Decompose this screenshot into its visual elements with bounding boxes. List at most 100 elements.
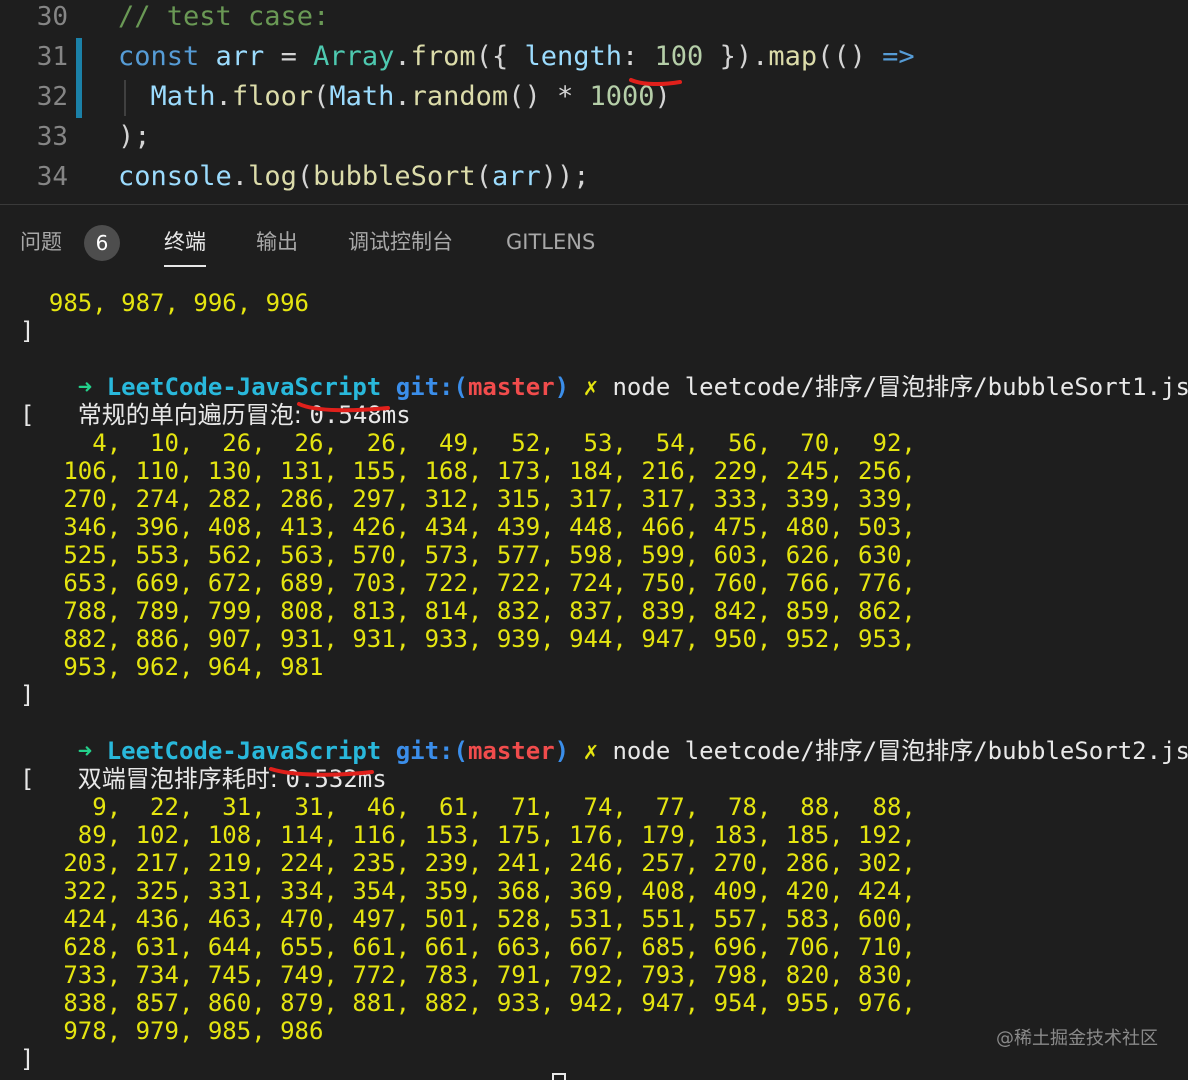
tab-gitlens-label[interactable]: GITLENS: [506, 230, 595, 254]
array-output-row: 653, 669, 672, 689, 703, 722, 722, 724, …: [20, 569, 916, 597]
tab-debug-console-label[interactable]: 调试控制台: [348, 230, 453, 254]
line-number: 33: [36, 122, 68, 152]
array-open-bracket: [: [20, 765, 35, 793]
terminal-cursor: [552, 1073, 566, 1080]
code-token: =: [264, 41, 314, 72]
code-line[interactable]: 33);: [0, 117, 1188, 157]
terminal-previous-output-tail: 985, 987, 996, 996: [20, 289, 309, 317]
tab-output[interactable]: 输出: [256, 227, 298, 257]
code-text[interactable]: );: [118, 117, 151, 157]
code-text[interactable]: const arr = Array.from({ length: 100 }).…: [118, 37, 915, 77]
array-output-row: 203, 217, 219, 224, 235, 239, 241, 246, …: [20, 849, 916, 877]
tab-terminal[interactable]: 终端: [164, 227, 206, 267]
line-number: 31: [36, 42, 68, 72]
code-token: random: [410, 81, 509, 112]
array-output-row: 4, 10, 26, 26, 26, 49, 52, 53, 54, 56, 7…: [20, 429, 916, 457]
timing-line: 双端冒泡排序耗时: 0.532ms: [20, 737, 387, 793]
prompt-git-close: ): [554, 737, 570, 765]
array-output-row: 270, 274, 282, 286, 297, 312, 315, 317, …: [20, 485, 916, 513]
code-token: :: [622, 41, 655, 72]
code-line[interactable]: 31 const arr = Array.from({ length: 100 }…: [0, 37, 1188, 77]
code-token: (: [313, 81, 330, 112]
array-output-row: 838, 857, 860, 879, 881, 882, 933, 942, …: [20, 989, 916, 1017]
array-close-bracket: ]: [20, 317, 35, 345]
code-token: const: [118, 41, 200, 72]
timing-value: 0.548ms: [309, 401, 411, 429]
tab-problems[interactable]: 问题: [20, 227, 62, 257]
timing-label: 双端冒泡排序耗时:: [77, 765, 286, 793]
array-output-row: 788, 789, 799, 808, 813, 814, 832, 837, …: [20, 597, 916, 625]
code-line[interactable]: 30 // test case:: [0, 0, 1188, 37]
panel-tab-bar: 问题 6 终端 输出 调试控制台 GITLENS: [0, 205, 1188, 279]
code-token: length: [524, 41, 623, 72]
code-token: .: [394, 81, 411, 112]
prompt-dirty-marker: ✗: [583, 373, 599, 401]
code-token: console: [118, 161, 232, 192]
array-output-row: 978, 979, 985, 986: [20, 1017, 324, 1045]
code-token: (: [475, 161, 492, 192]
code-token: bubbleSort: [313, 161, 476, 192]
prompt-branch-name: master: [467, 373, 555, 401]
code-editor[interactable]: 30// test case: 31 const arr = Array.from(…: [0, 0, 1188, 204]
prompt-git-label: git:(: [395, 737, 468, 765]
code-text[interactable]: // test case:: [118, 0, 329, 37]
code-token: ): [654, 81, 671, 112]
tab-problems-label[interactable]: 问题: [20, 230, 62, 254]
code-token: arr: [215, 41, 265, 72]
tab-output-label[interactable]: 输出: [256, 230, 298, 254]
code-token: // test case:: [118, 1, 330, 32]
tab-gitlens[interactable]: GITLENS: [506, 227, 595, 257]
code-line[interactable]: 32 Math.floor(Math.random() * 1000): [0, 77, 1188, 117]
prompt-dirty-marker: ✗: [583, 737, 599, 765]
timing-label: 常规的单向遍历冒泡:: [77, 401, 310, 429]
line-number: 34: [36, 162, 68, 192]
array-output-row: 628, 631, 644, 655, 661, 661, 663, 667, …: [20, 933, 916, 961]
code-token: ({: [475, 41, 525, 72]
prompt-git-close: ): [554, 373, 570, 401]
array-close-bracket: ]: [20, 681, 35, 709]
tab-terminal-label[interactable]: 终端: [164, 230, 206, 254]
code-token: () *: [508, 81, 590, 112]
code-text[interactable]: console.log(bubbleSort(arr));: [118, 157, 590, 197]
terminal-output[interactable]: 985, 987, 996, 996 ] ➜ LeetCode-JavaScri…: [0, 279, 1188, 1080]
code-token: 100: [654, 41, 704, 72]
array-output-row: 424, 436, 463, 470, 497, 501, 528, 531, …: [20, 905, 916, 933]
watermark: @稀土掘金技术社区: [996, 1028, 1158, 1049]
code-text[interactable]: Math.floor(Math.random() * 1000): [118, 77, 671, 117]
code-token: =>: [882, 41, 915, 72]
code-token: floor: [231, 81, 314, 112]
code-token: Array: [313, 41, 395, 72]
code-token: 1000: [589, 81, 655, 112]
array-output-row: 525, 553, 562, 563, 570, 573, 577, 598, …: [20, 541, 916, 569]
tab-debug-console[interactable]: 调试控制台: [348, 227, 453, 257]
code-token: arr: [491, 161, 541, 192]
code-token: Math: [329, 81, 395, 112]
code-line[interactable]: 34 console.log(bubbleSort(arr));: [0, 157, 1188, 197]
array-output-row: 882, 886, 907, 931, 931, 933, 939, 944, …: [20, 625, 916, 653]
code-token: .: [215, 81, 232, 112]
code-token: ));: [540, 161, 590, 192]
array-output-row: 89, 102, 108, 114, 116, 153, 175, 176, 1…: [20, 821, 916, 849]
code-token: }).: [703, 41, 769, 72]
array-output-row: 106, 110, 130, 131, 155, 168, 173, 184, …: [20, 457, 916, 485]
shell-prompt-line: ➜ LeetCode-JavaScript git:(master) ✗ nod…: [20, 345, 1188, 401]
active-tab-indicator: [164, 265, 206, 267]
array-output-row: 346, 396, 408, 413, 426, 434, 439, 448, …: [20, 513, 916, 541]
shell-prompt-line: ➜ LeetCode-JavaScript git:(master) ✗ nod…: [20, 709, 1188, 765]
array-output-row: 322, 325, 331, 334, 354, 359, 368, 369, …: [20, 877, 916, 905]
code-token: .: [394, 41, 411, 72]
line-number: 30: [36, 2, 68, 32]
code-token: Math: [150, 81, 216, 112]
code-token: (: [296, 161, 314, 192]
timing-line: 常规的单向遍历冒泡: 0.548ms: [20, 373, 411, 429]
line-number: 32: [36, 82, 68, 112]
code-token: );: [118, 121, 151, 152]
code-token: from: [410, 41, 476, 72]
code-token: map: [768, 41, 818, 72]
array-output-row: 733, 734, 745, 749, 772, 783, 791, 792, …: [20, 961, 916, 989]
shell-command: node leetcode/排序/冒泡排序/bubbleSort1.js: [612, 373, 1188, 401]
array-open-bracket: [: [20, 401, 35, 429]
array-close-bracket: ]: [20, 1045, 35, 1073]
